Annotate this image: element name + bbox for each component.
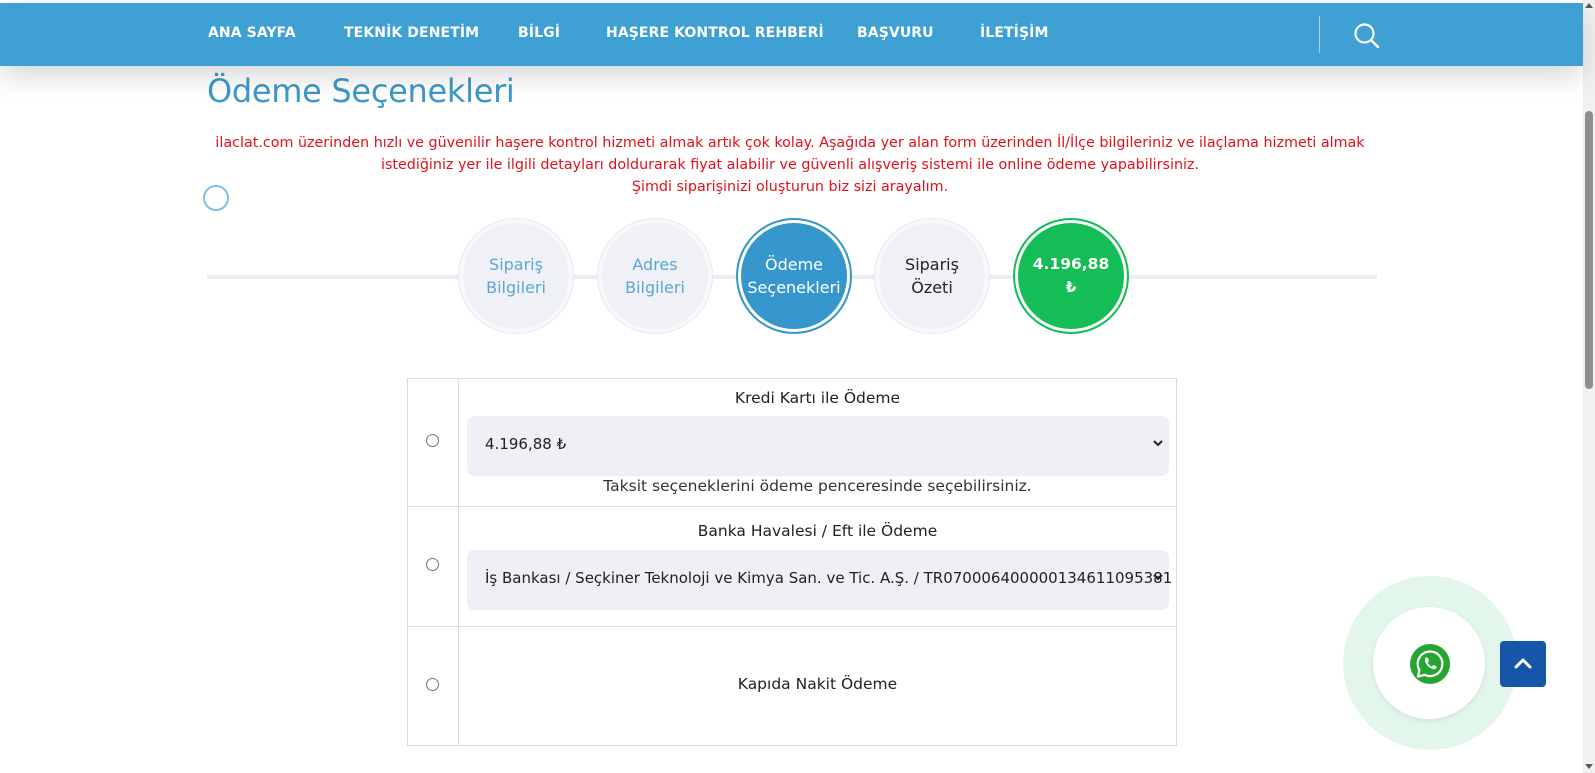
scroll-up-arrow-icon[interactable] (1585, 3, 1593, 8)
scroll-down-arrow-icon[interactable] (1585, 764, 1593, 769)
radio-cell (408, 379, 459, 506)
total-amount: 4.196,88 (1032, 255, 1110, 273)
credit-card-title: Kredi Kartı ile Ödeme (734, 389, 901, 407)
chevron-down-icon (1153, 574, 1163, 581)
bank-account-select-value: İş Bankası / Seçkiner Teknoloji ve Kimya… (485, 569, 1173, 587)
step-payment-options[interactable]: Ödeme Seçenekleri (741, 223, 847, 329)
installment-note: Taksit seçeneklerini ödeme penceresinde … (603, 477, 1032, 495)
step-total-price: 4.196,88 ₺ (1018, 223, 1124, 329)
intro-text: ilaclat.com üzerinden hızlı ve güvenilir… (215, 132, 1365, 198)
whatsapp-icon (1410, 644, 1450, 684)
credit-card-radio[interactable] (426, 434, 439, 447)
step-label-line: Ödeme (764, 255, 824, 274)
decorative-circle (203, 185, 229, 211)
bank-transfer-title: Banka Havalesi / Eft ile Ödeme (697, 522, 938, 540)
bank-transfer-radio[interactable] (426, 558, 439, 571)
step-label-line: Adres (632, 255, 678, 274)
step-label-line: Bilgileri (486, 278, 546, 297)
installment-select[interactable]: 4.196,88 ₺ (467, 416, 1169, 476)
option-content: Kredi Kartı ile Ödeme 4.196,88 ₺ Taksit … (459, 379, 1176, 506)
chevron-down-icon (1153, 440, 1163, 447)
top-navbar: ANA SAYFA TEKNİK DENETİM BİLGİ HAŞERE KO… (0, 3, 1583, 66)
nav-item-contact[interactable]: İLETİŞİM (980, 25, 1048, 41)
nav-divider (1319, 16, 1320, 53)
nav-item-pest-control-guide[interactable]: HAŞERE KONTROL REHBERİ (606, 25, 824, 41)
intro-line: istediğiniz yer ile ilgili detayları dol… (380, 157, 1200, 173)
step-label-line: Özeti (911, 278, 953, 297)
currency-symbol: ₺ (1065, 278, 1077, 296)
whatsapp-button[interactable] (1409, 643, 1451, 685)
step-label-line: Sipariş (489, 255, 543, 274)
nav-item-info[interactable]: BİLGİ (518, 25, 560, 41)
search-icon (1354, 23, 1380, 49)
payment-option-credit-card: Kredi Kartı ile Ödeme 4.196,88 ₺ Taksit … (408, 379, 1176, 507)
step-label-line: Sipariş (905, 255, 959, 274)
option-content: Banka Havalesi / Eft ile Ödeme İş Bankas… (459, 506, 1176, 626)
scrollbar-thumb[interactable] (1585, 111, 1593, 389)
back-to-top-button[interactable] (1500, 641, 1546, 687)
intro-line: Şimdi siparişinizi oluşturun biz sizi ar… (631, 179, 949, 195)
installment-select-value: 4.196,88 ₺ (485, 435, 567, 453)
payment-option-bank-transfer: Banka Havalesi / Eft ile Ödeme İş Bankas… (408, 506, 1176, 627)
option-content: Kapıda Nakit Ödeme (459, 626, 1176, 745)
nav-item-technical-inspection[interactable]: TEKNİK DENETİM (344, 25, 479, 41)
step-label-line: Seçenekleri (747, 278, 841, 297)
intro-line: ilaclat.com üzerinden hızlı ve güvenilir… (215, 135, 1365, 151)
radio-cell (408, 506, 459, 626)
cash-on-delivery-radio[interactable] (426, 678, 439, 691)
chevron-up-icon (1514, 658, 1532, 669)
bank-account-select[interactable]: İş Bankası / Seçkiner Teknoloji ve Kimya… (467, 550, 1173, 610)
step-order-info[interactable]: Sipariş Bilgileri (463, 223, 569, 329)
radio-cell (408, 626, 459, 745)
step-label-line: Bilgileri (625, 278, 685, 297)
step-address-info[interactable]: Adres Bilgileri (602, 223, 708, 329)
page-title: Ödeme Seçenekleri (207, 72, 515, 110)
payment-option-cash-on-delivery: Kapıda Nakit Ödeme (408, 626, 1176, 745)
nav-item-home[interactable]: ANA SAYFA (208, 25, 296, 41)
cash-on-delivery-title: Kapıda Nakit Ödeme (737, 675, 898, 693)
search-button[interactable] (1352, 21, 1382, 51)
payment-options-table: Kredi Kartı ile Ödeme 4.196,88 ₺ Taksit … (407, 378, 1177, 746)
page-scrollbar[interactable] (1583, 0, 1595, 773)
nav-item-application[interactable]: BAŞVURU (857, 25, 934, 41)
step-order-summary[interactable]: Sipariş Özeti (879, 223, 985, 329)
